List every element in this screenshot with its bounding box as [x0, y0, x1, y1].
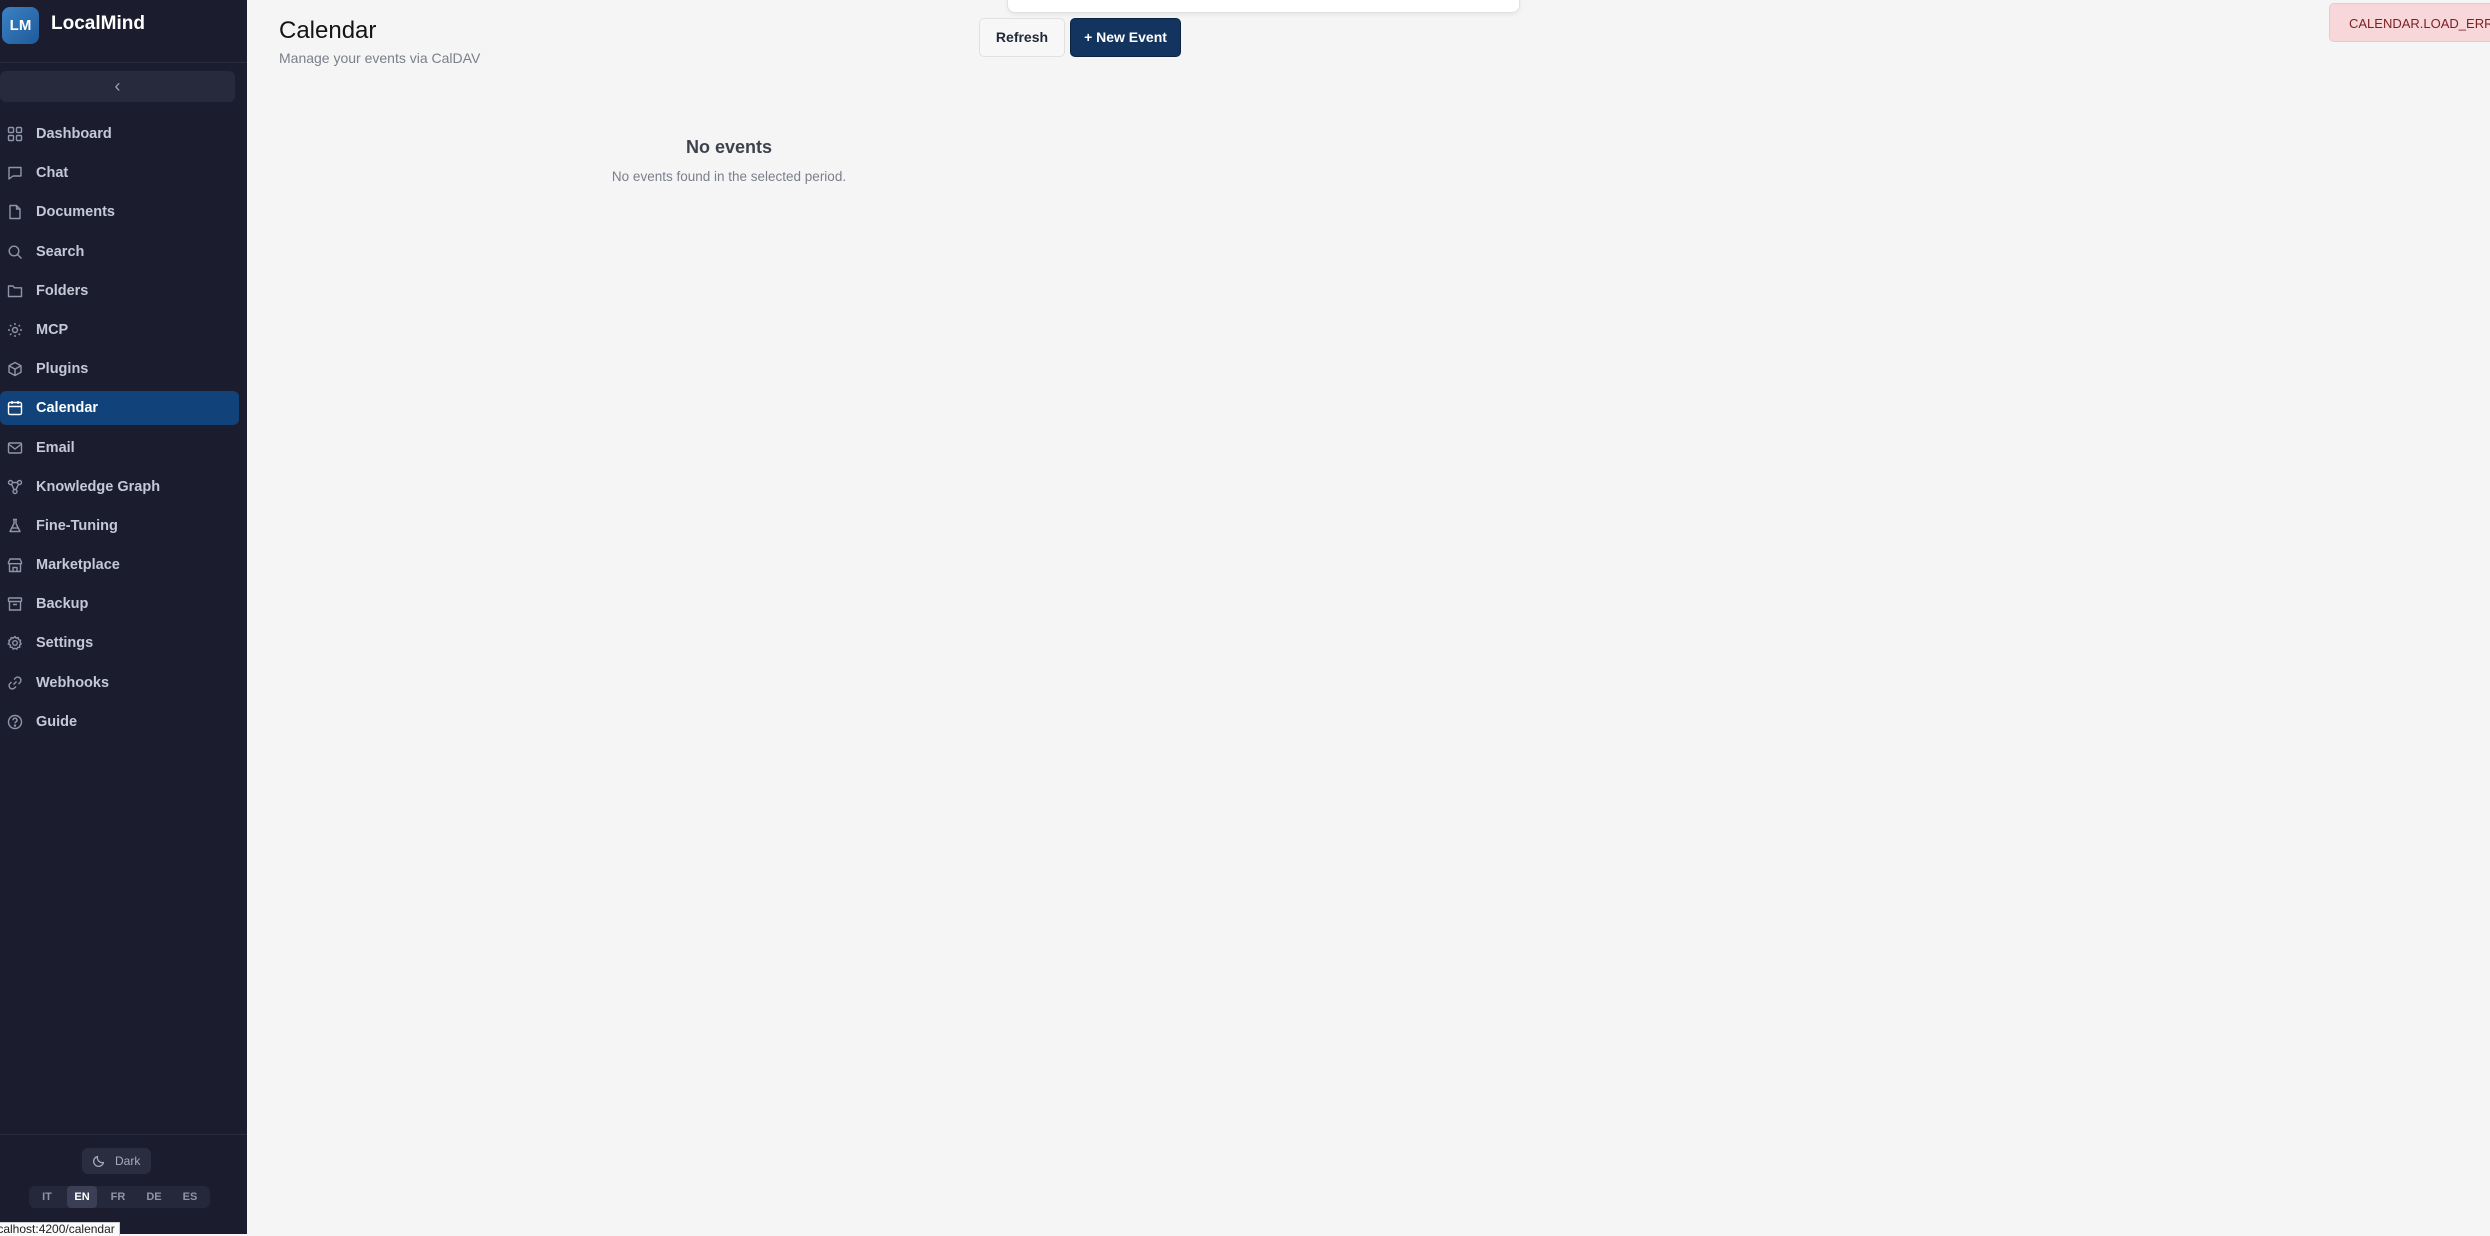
chat-bubble-icon [7, 165, 23, 181]
calendar-icon [7, 400, 23, 416]
sidebar-item-label: Calendar [36, 400, 99, 417]
sidebar-item-dashboard[interactable]: Dashboard [0, 117, 239, 151]
sidebar-item-knowledge-graph[interactable]: Knowledge Graph [0, 470, 239, 504]
theme-toggle-button[interactable]: Dark [82, 1148, 151, 1174]
lang-en-button[interactable]: EN [67, 1186, 97, 1208]
sidebar-item-label: Marketplace [36, 557, 120, 574]
moon-icon [92, 1154, 106, 1168]
sidebar-item-documents[interactable]: Documents [0, 195, 239, 229]
document-icon [7, 204, 23, 220]
sidebar-item-chat[interactable]: Chat [0, 156, 239, 190]
sidebar-item-email[interactable]: Email [0, 431, 239, 465]
store-icon [7, 557, 23, 573]
lang-fr-button[interactable]: FR [103, 1186, 133, 1208]
sidebar-item-label: Webhooks [36, 674, 110, 691]
new-event-button[interactable]: + New Event [1070, 18, 1181, 57]
sidebar-nav: Dashboard Chat Documents Search Folders [0, 117, 247, 744]
graph-icon [7, 479, 23, 495]
sidebar-item-label: Documents [36, 204, 115, 221]
page-title: Calendar [279, 17, 377, 44]
empty-state-title: No events [685, 137, 773, 157]
link-icon [7, 675, 23, 691]
sidebar-item-folders[interactable]: Folders [0, 274, 239, 308]
sidebar-item-label: Folders [36, 282, 89, 299]
flask-icon [7, 518, 23, 534]
sun-gear-icon [7, 322, 23, 338]
sidebar-item-marketplace[interactable]: Marketplace [0, 548, 239, 582]
sidebar-item-plugins[interactable]: Plugins [0, 352, 239, 386]
sidebar-item-mcp[interactable]: MCP [0, 313, 239, 347]
brand-header: LM LocalMind [0, 0, 247, 63]
lang-de-button[interactable]: DE [139, 1186, 169, 1208]
sidebar-item-label: Fine-Tuning [36, 517, 118, 534]
refresh-button[interactable]: Refresh [979, 18, 1065, 57]
lang-it-button[interactable]: IT [32, 1186, 62, 1208]
cube-icon [7, 361, 23, 377]
sidebar-item-webhooks[interactable]: Webhooks [0, 666, 239, 700]
sidebar-collapse-button[interactable]: ‹ [0, 71, 235, 102]
error-toast[interactable]: CALENDAR.LOAD_ERROR [2329, 3, 2490, 42]
page-subtitle: Manage your events via CalDAV [279, 50, 481, 66]
sidebar-item-label: Chat [36, 165, 69, 182]
app-logo[interactable]: LM [2, 7, 39, 44]
archive-icon [7, 596, 23, 612]
sidebar-item-label: Email [36, 439, 75, 456]
folder-icon [7, 283, 23, 299]
language-switcher: IT EN FR DE ES [29, 1186, 210, 1208]
sidebar-item-label: Plugins [36, 361, 89, 378]
gear-icon [7, 635, 23, 651]
help-circle-icon [7, 714, 23, 730]
mail-icon [7, 440, 23, 456]
sidebar-item-label: Knowledge Graph [36, 478, 161, 495]
sidebar: LM LocalMind ‹ Dashboard Chat Documents [0, 0, 247, 1234]
chevron-left-icon: ‹ [114, 76, 121, 96]
sidebar-item-label: Search [36, 243, 85, 260]
sidebar-item-label: Dashboard [36, 126, 112, 142]
grid-icon [7, 126, 23, 142]
lang-es-button[interactable]: ES [175, 1186, 205, 1208]
sidebar-item-fine-tuning[interactable]: Fine-Tuning [0, 509, 239, 543]
search-icon [7, 244, 23, 260]
dropdown-panel-edge [1007, 0, 1520, 13]
sidebar-item-label: MCP [36, 321, 69, 338]
sidebar-item-guide[interactable]: Guide [0, 705, 239, 739]
sidebar-item-label: Backup [36, 596, 89, 613]
app-name: LocalMind [51, 13, 145, 34]
theme-toggle-label: Dark [115, 1154, 141, 1168]
empty-state-text: No events found in the selected period. [611, 169, 847, 184]
sidebar-item-backup[interactable]: Backup [0, 587, 239, 621]
sidebar-item-settings[interactable]: Settings [0, 626, 239, 660]
sidebar-item-label: Settings [36, 635, 94, 652]
sidebar-item-calendar[interactable]: Calendar [0, 391, 239, 426]
sidebar-item-search[interactable]: Search [0, 235, 239, 269]
sidebar-item-label: Guide [36, 713, 78, 730]
sidebar-divider [0, 1134, 247, 1135]
